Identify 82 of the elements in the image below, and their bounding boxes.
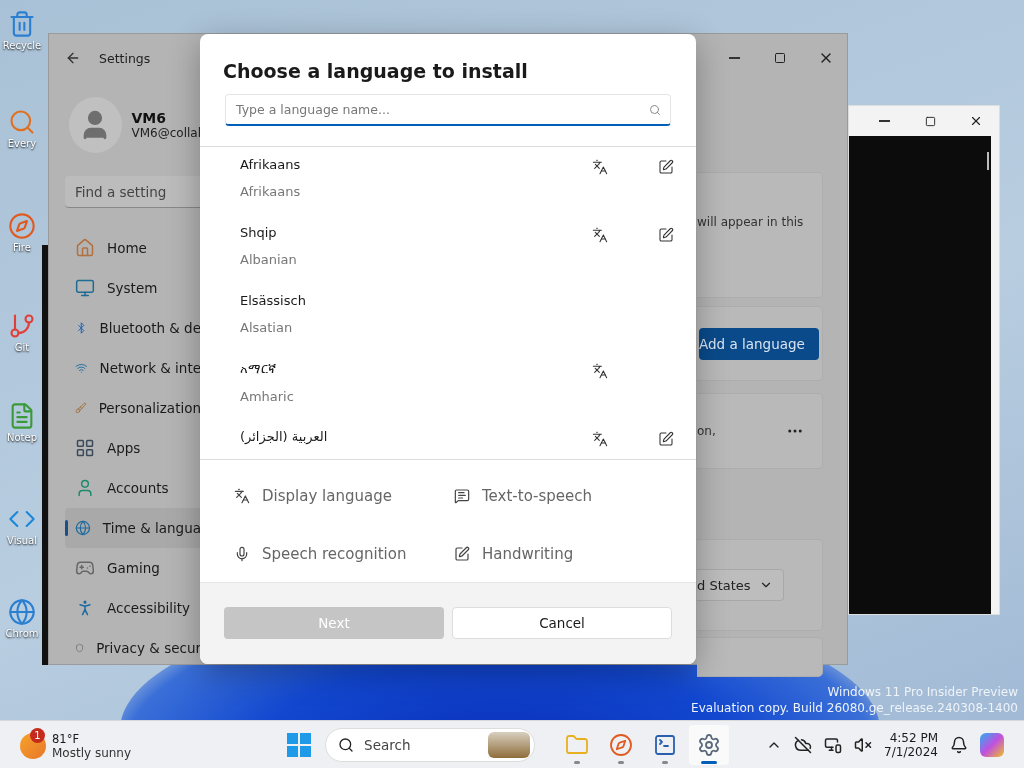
monitor-icon: [75, 278, 95, 298]
language-english-name: Albanian: [240, 252, 298, 267]
language-name: Shqip: [240, 225, 278, 240]
person-icon: [75, 478, 95, 498]
weather-condition: Mostly sunny: [52, 745, 132, 760]
language-item[interactable]: Elsässisch Alsatian: [200, 293, 696, 361]
language-item[interactable]: Shqip Albanian: [200, 225, 696, 293]
weather-widget[interactable]: 1 81°F Mostly sunny: [20, 727, 136, 762]
window-title: Settings: [99, 50, 151, 66]
globe-icon: [8, 598, 36, 626]
magnifier-icon: [8, 108, 36, 136]
nav-item[interactable]: Accounts: [65, 468, 201, 508]
search-icon: [338, 736, 355, 753]
maximize-icon: [774, 52, 786, 64]
dialog-title: Choose a language to install: [223, 60, 529, 82]
pen-square-icon: [454, 546, 470, 562]
language-english-name: Amharic: [240, 389, 295, 404]
copilot-icon[interactable]: [980, 732, 1004, 757]
minimize-icon: [878, 120, 890, 122]
language-item[interactable]: አማርኛ Amharic: [200, 361, 696, 429]
taskbar-search[interactable]: Search: [325, 727, 536, 762]
microphone-icon: [234, 546, 250, 562]
browser-icon: [609, 732, 634, 757]
legend-label: Display language: [262, 487, 392, 505]
gear-icon: [697, 732, 722, 757]
branch-icon: [8, 312, 36, 340]
search-highlight-picture: [488, 731, 531, 758]
terminal-icon: [653, 732, 678, 757]
language-english-name: Alsatian: [240, 320, 294, 335]
language-item[interactable]: العربية (الجزائر): [200, 429, 696, 459]
cloud-off-icon[interactable]: [794, 735, 813, 754]
network-icon[interactable]: [824, 735, 843, 754]
globe-icon: [75, 518, 91, 538]
selection-indicator: [65, 520, 68, 536]
speech-bubble-icon: [454, 488, 470, 504]
legend-label: Speech recognition: [262, 545, 407, 563]
apps-icon: [75, 438, 95, 458]
temperature: 81°F: [52, 731, 80, 746]
language-name: አማርኛ: [240, 361, 277, 377]
nav-item[interactable]: Personalization: [65, 388, 201, 428]
taskbar-app[interactable]: [689, 724, 730, 765]
legend-label: Text-to-speech: [482, 487, 593, 505]
scrollbar-thumb[interactable]: [987, 152, 989, 170]
card-text: on,: [697, 424, 716, 438]
user-email: VM6@collal: [131, 126, 201, 140]
nav-item[interactable]: Network & inte: [65, 348, 201, 388]
gamepad-icon: [75, 558, 95, 578]
close-icon: [969, 114, 983, 128]
nav-item[interactable]: Privacy & secur: [65, 628, 201, 668]
nav-item[interactable]: Accessibility: [65, 588, 201, 628]
nav-item[interactable]: Bluetooth & de: [65, 308, 201, 348]
minimize-icon: [728, 57, 740, 59]
nav-item[interactable]: Apps: [65, 428, 201, 468]
search-field[interactable]: Find a setting: [65, 176, 201, 208]
maximize-icon: [924, 115, 936, 127]
notification-bell-icon[interactable]: [950, 735, 968, 754]
nav-item[interactable]: Home: [65, 228, 201, 268]
notification-badge: 1: [30, 727, 45, 743]
cancel-button[interactable]: Cancel: [452, 607, 672, 639]
legend-label: Handwriting: [482, 545, 574, 563]
languages-icon: [234, 488, 250, 504]
language-name: العربية (الجزائر): [240, 429, 329, 444]
house-icon: [75, 238, 95, 258]
folder-icon: [565, 732, 590, 757]
language-item[interactable]: Afrikaans Afrikaans: [200, 157, 696, 225]
language-name: Elsässisch: [240, 293, 307, 308]
volume-muted-icon[interactable]: [854, 735, 873, 754]
add-language-button[interactable]: Add a language: [699, 327, 819, 360]
recycle-bin-icon: [8, 10, 36, 38]
user-name: VM6: [131, 110, 167, 126]
language-search-field[interactable]: Type a language name...: [225, 94, 671, 126]
nav-item[interactable]: System: [65, 268, 201, 308]
region-dropdown[interactable]: d States: [697, 569, 784, 601]
language-name: Afrikaans: [240, 157, 302, 172]
card-text: will appear in this: [697, 215, 804, 229]
nav-item[interactable]: Time & langua: [65, 508, 201, 548]
search-icon: [649, 104, 661, 116]
browser-icon: [8, 212, 36, 240]
watermark-text: Windows 11 Pro Insider Preview: [827, 684, 1018, 700]
nav-item[interactable]: Gaming: [65, 548, 201, 588]
clock[interactable]: 4:52 PM 7/1/2024: [884, 730, 938, 759]
language-english-name: Afrikaans: [240, 184, 302, 199]
